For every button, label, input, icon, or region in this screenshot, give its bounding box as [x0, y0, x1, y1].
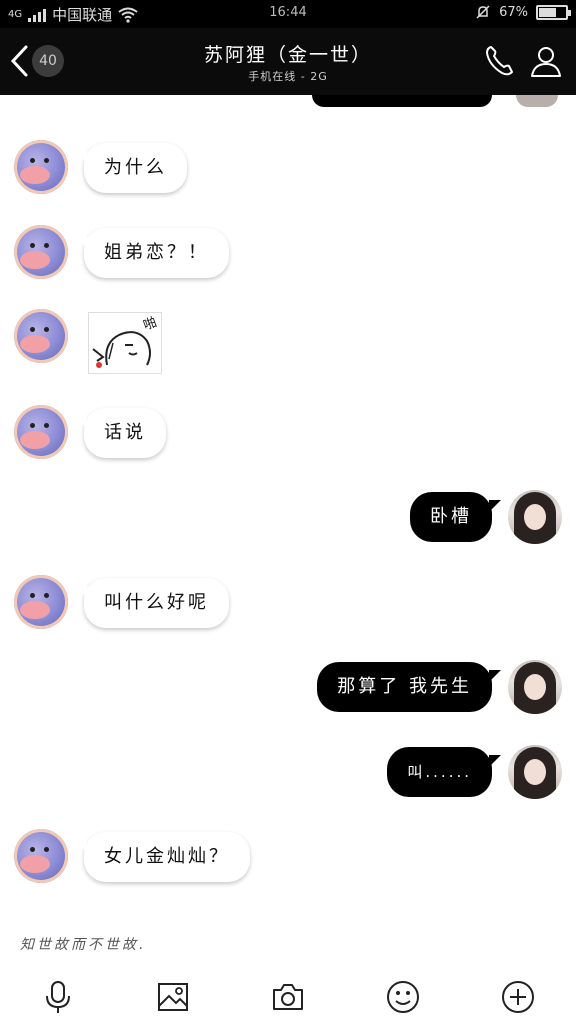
status-bar: 4G 中国联通 16:44 67%: [0, 0, 576, 28]
mute-bell-icon: [476, 5, 490, 19]
message-bubble[interactable]: 女儿金灿灿？: [75, 832, 250, 882]
sticker-image[interactable]: 啪: [88, 312, 162, 374]
message-bubble[interactable]: 话说: [75, 408, 166, 458]
message-bubble[interactable]: 叫什么好呢: [75, 578, 229, 628]
battery-icon: [536, 4, 571, 20]
emoji-icon[interactable]: [386, 980, 420, 1014]
message-text: 女儿金灿灿？: [104, 846, 230, 867]
contact-avatar[interactable]: [14, 225, 68, 279]
message-bubble-sent[interactable]: 卧槽: [410, 492, 501, 542]
input-toolbar: [0, 970, 576, 1024]
message-text: 那算了 我先生: [337, 676, 472, 697]
message-text: 为什么: [104, 157, 167, 178]
contact-avatar[interactable]: [14, 140, 68, 194]
my-avatar[interactable]: [508, 490, 562, 544]
message-text: 卧槽: [430, 506, 472, 527]
my-avatar[interactable]: [508, 745, 562, 799]
profile-icon[interactable]: [528, 43, 564, 79]
message-text: 叫什么好呢: [104, 592, 209, 613]
message-text: 话说: [104, 422, 146, 443]
contact-avatar[interactable]: [14, 829, 68, 883]
phone-icon[interactable]: [482, 43, 518, 79]
chat-header: 40 苏阿狸（金一世） 手机在线 - 2G: [0, 28, 576, 95]
avatar[interactable]: [516, 95, 558, 107]
message-bubble-sent[interactable]: 那算了 我先生: [317, 662, 501, 712]
microphone-icon[interactable]: [41, 980, 75, 1014]
image-icon[interactable]: [156, 980, 190, 1014]
input-hint-text[interactable]: 知世故而不世故.: [20, 934, 146, 954]
message-bubble[interactable]: 为什么: [75, 143, 187, 193]
contact-avatar[interactable]: [14, 405, 68, 459]
message-bubble[interactable]: 姐弟恋？！: [75, 228, 229, 278]
battery-percent: 67%: [499, 4, 528, 20]
camera-icon[interactable]: [271, 980, 305, 1014]
contact-avatar[interactable]: [14, 575, 68, 629]
message-text: 姐弟恋？！: [104, 242, 209, 263]
message-bubble-sent[interactable]: 叫......: [387, 747, 501, 797]
my-avatar[interactable]: [508, 660, 562, 714]
message-text: 叫......: [407, 763, 472, 781]
previous-message-bubble[interactable]: [312, 95, 492, 107]
plus-icon[interactable]: [501, 980, 535, 1014]
contact-avatar[interactable]: [14, 309, 68, 363]
